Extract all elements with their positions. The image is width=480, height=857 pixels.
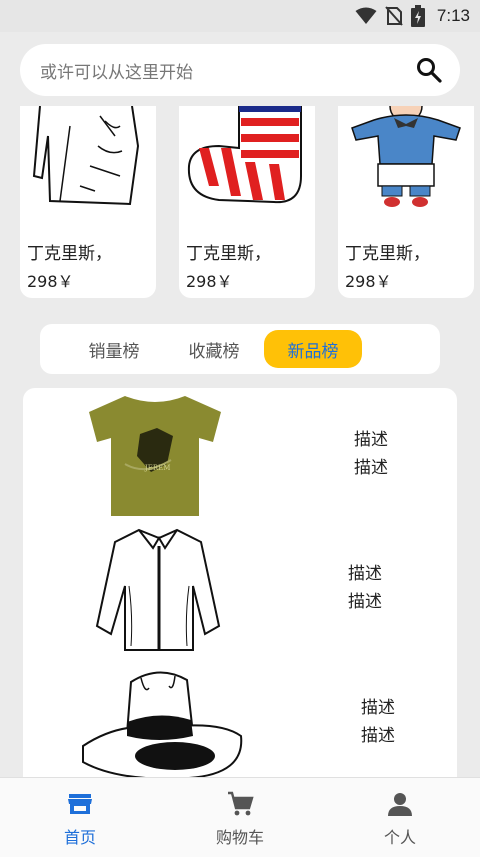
hat-image (82, 671, 243, 780)
nav-home[interactable]: 首页 (20, 778, 140, 857)
wifi-icon (355, 7, 377, 24)
product-name: 丁克里斯， (27, 244, 112, 264)
item-description: 描述 描述 (361, 694, 395, 750)
nav-label: 购物车 (215, 828, 264, 847)
cart-icon (228, 791, 254, 816)
product-price: 298￥ (27, 272, 74, 291)
list-item[interactable]: JEREM 描述 描述 (23, 388, 457, 520)
sock-image (187, 106, 302, 204)
product-price: 298￥ (186, 272, 233, 291)
search-input[interactable]: 或许可以从这里开始 (20, 44, 460, 96)
product-price: 298￥ (345, 272, 392, 291)
description-line: 描述 (354, 430, 388, 450)
tshirt-image: JEREM (89, 396, 221, 516)
battery-icon (410, 5, 425, 27)
search-icon[interactable] (416, 57, 442, 83)
no-sim-icon (385, 6, 403, 26)
tab-favorites[interactable]: 收藏榜 (165, 330, 263, 368)
product-name: 丁克里斯， (345, 244, 430, 264)
product-name: 丁克里斯， (186, 244, 271, 264)
doll-image (351, 106, 461, 207)
description-line: 描述 (361, 726, 395, 746)
list-item[interactable]: 描述 描述 (23, 522, 457, 654)
ranking-tabs: 销量榜 收藏榜 新品榜 (40, 324, 440, 374)
list-item[interactable]: 描述 描述 (23, 656, 457, 788)
nav-cart[interactable]: 购物车 (180, 778, 300, 857)
product-cards: 丁克里斯， 298￥ 丁克里斯， 298￥ 丁克里斯， 298￥ (0, 106, 480, 298)
nav-profile[interactable]: 个人 (340, 778, 460, 857)
status-bar: 7:13 (0, 0, 480, 32)
description-line: 描述 (361, 698, 395, 718)
tab-new-products[interactable]: 新品榜 (264, 330, 362, 368)
product-card[interactable]: 丁克里斯， 298￥ (338, 106, 474, 298)
product-card[interactable]: 丁克里斯， 298￥ (20, 106, 156, 298)
bottom-navigation: 首页 购物车 个人 (0, 777, 480, 857)
clock: 7:13 (436, 6, 470, 25)
tab-sales[interactable]: 销量榜 (65, 330, 163, 368)
product-card[interactable]: 丁克里斯， 298￥ (179, 106, 315, 298)
description-line: 描述 (354, 458, 388, 478)
person-icon (388, 793, 412, 816)
description-line: 描述 (348, 592, 382, 612)
search-placeholder: 或许可以从这里开始 (40, 62, 193, 83)
jacket-image (32, 106, 140, 206)
item-description: 描述 描述 (354, 426, 388, 482)
product-list: JEREM 描述 描述 描述 描述 描述 描述 (23, 388, 457, 788)
svg-text:JEREM: JEREM (144, 464, 170, 472)
nav-label: 首页 (63, 828, 96, 847)
nav-label: 个人 (383, 828, 416, 847)
item-description: 描述 描述 (348, 560, 382, 616)
store-icon (68, 794, 92, 814)
shirt-image (95, 528, 221, 651)
search-bar-container: 或许可以从这里开始 (0, 32, 480, 106)
description-line: 描述 (348, 564, 382, 584)
